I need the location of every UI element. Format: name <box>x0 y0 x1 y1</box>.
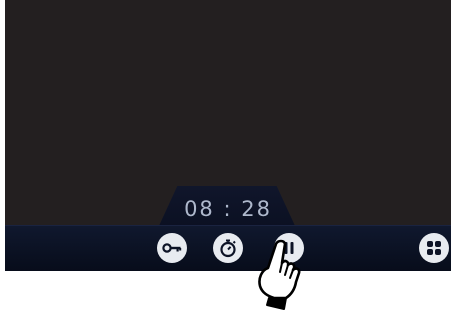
pointing-hand-icon <box>258 239 301 310</box>
apps-grid-icon <box>427 241 441 255</box>
timer-display: 08 : 28 <box>184 197 272 221</box>
apps-menu-button[interactable] <box>419 233 449 263</box>
display-screen: 08 : 28 <box>5 0 451 271</box>
timer-button[interactable] <box>213 233 243 263</box>
key-icon <box>162 243 182 253</box>
stopwatch-icon <box>220 239 236 258</box>
key-button[interactable] <box>157 233 187 263</box>
